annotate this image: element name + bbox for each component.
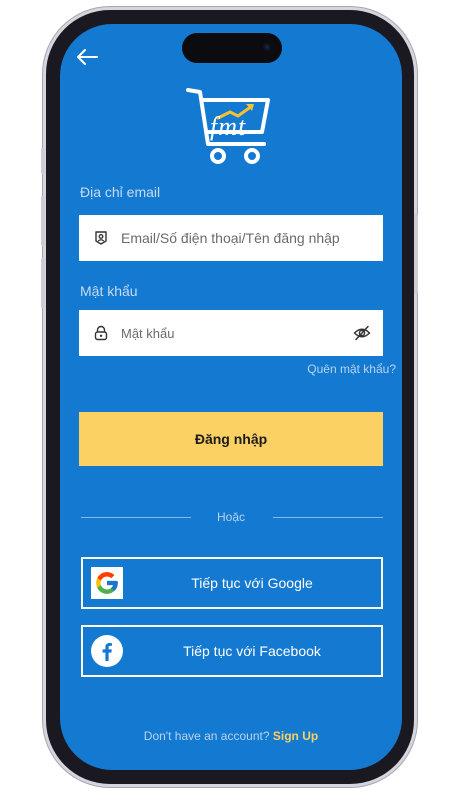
app-logo: fmt (182, 82, 278, 170)
back-arrow-icon[interactable] (74, 46, 100, 68)
email-label: Địa chỉ email (80, 184, 161, 200)
eye-off-icon[interactable] (353, 325, 371, 341)
divider-text: Hoặc (216, 510, 245, 524)
volume-up-button (41, 196, 45, 246)
facebook-login-button[interactable]: Tiếp tục với Facebook (81, 625, 383, 677)
email-input[interactable] (121, 230, 383, 246)
login-button[interactable]: Đăng nhập (79, 412, 383, 466)
password-label: Mật khẩu (80, 283, 138, 299)
logo-text: fmt (210, 112, 247, 141)
signup-link[interactable]: Sign Up (273, 729, 318, 743)
dynamic-island (182, 33, 282, 63)
password-field-box (79, 310, 383, 356)
forgot-password-link[interactable]: Quên mật khẩu? (307, 362, 396, 376)
facebook-icon (91, 635, 123, 667)
action-button (41, 148, 45, 174)
account-icon (93, 230, 109, 246)
signup-prompt: Don't have an account? (143, 729, 270, 743)
google-icon (91, 567, 123, 599)
google-login-label: Tiếp tục với Google (191, 575, 313, 591)
lock-icon (93, 325, 109, 341)
google-login-button[interactable]: Tiếp tục với Google (81, 557, 383, 609)
password-input[interactable] (121, 325, 383, 341)
power-button (414, 214, 418, 294)
app-screen: fmt Địa chỉ email Mật khẩu (60, 24, 402, 770)
email-field-box (79, 215, 383, 261)
signup-prompt-row: Don't have an account? Sign Up (60, 729, 402, 743)
front-camera (263, 43, 271, 51)
facebook-login-label: Tiếp tục với Facebook (183, 643, 321, 659)
volume-down-button (41, 258, 45, 308)
